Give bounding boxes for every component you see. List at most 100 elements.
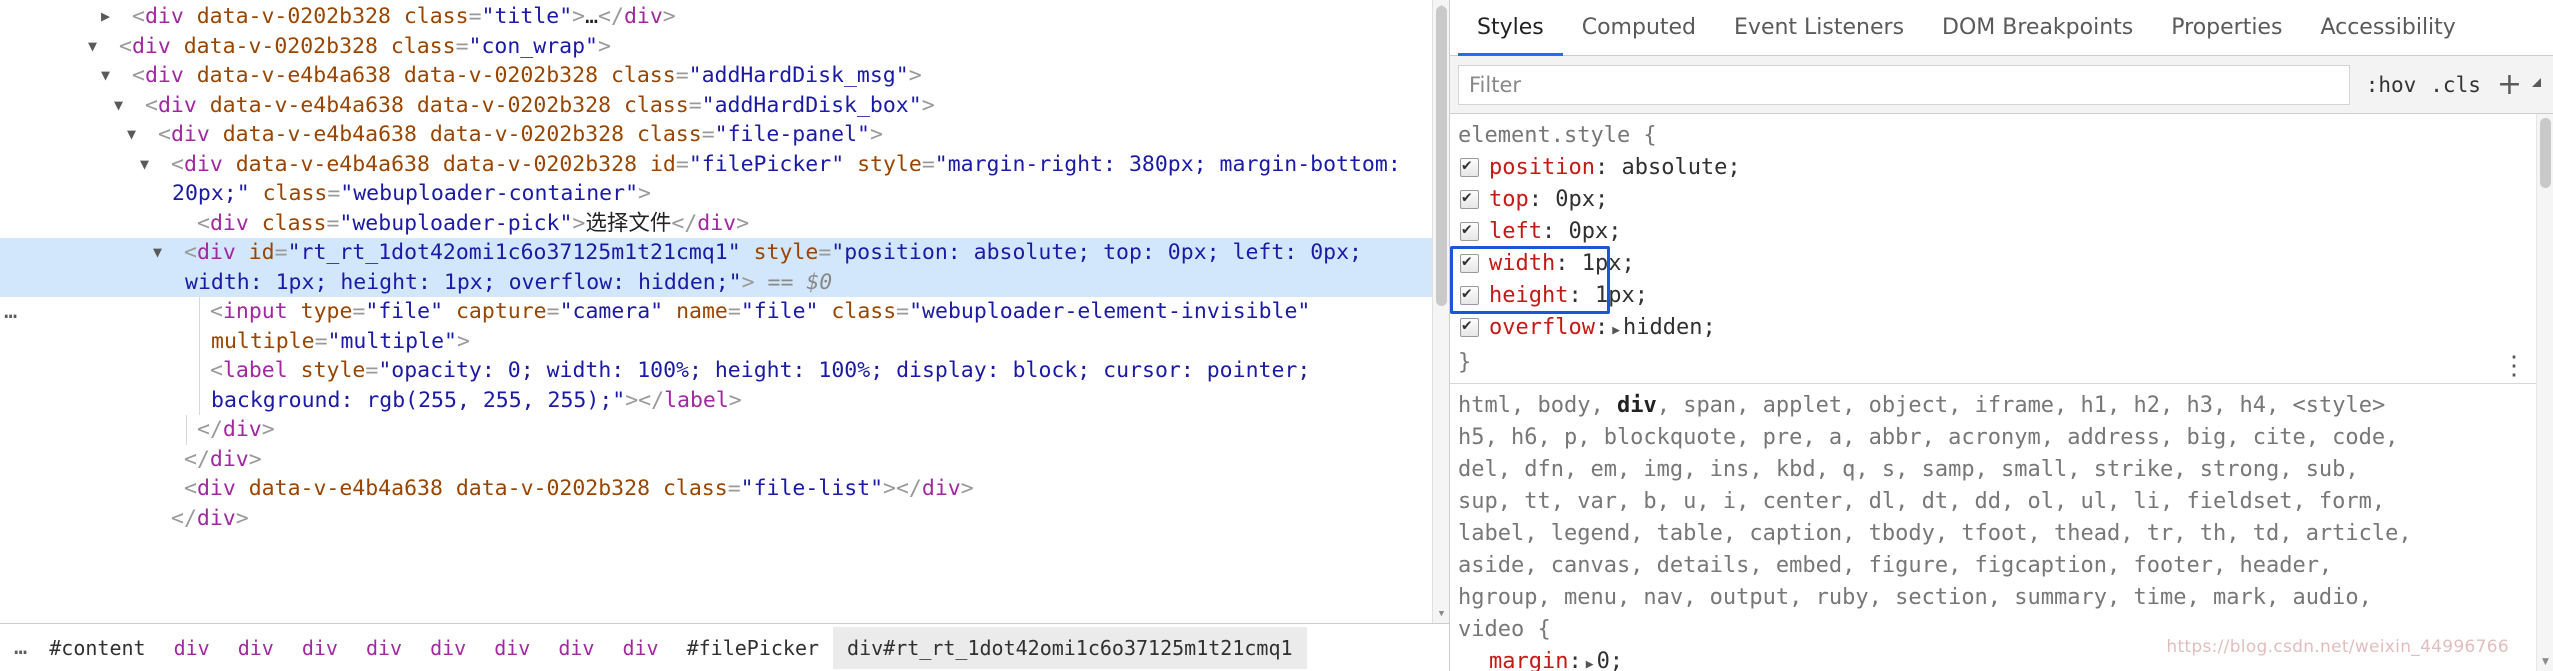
dom-scrollbar-thumb[interactable] xyxy=(1436,6,1447,306)
collapse-triangle-icon[interactable] xyxy=(156,150,170,180)
dom-token-punct: < xyxy=(145,92,158,118)
tab-dom-breakpoints[interactable]: DOM Breakpoints xyxy=(1923,0,2152,55)
dom-node[interactable]: <div data-v-e4b4a638 data-v-0202b328 id=… xyxy=(0,150,1449,209)
css-property-name[interactable]: left xyxy=(1489,219,1542,244)
ua-selector-line: del, dfn, em, img, ins, kbd, q, s, samp,… xyxy=(1458,457,2359,482)
decl-left[interactable]: left: 0px; xyxy=(1454,216,2553,248)
dom-node[interactable]: </div> xyxy=(0,445,1449,475)
breadcrumb-div-3[interactable]: div xyxy=(288,627,352,669)
css-property-value[interactable]: hidden; xyxy=(1623,315,1716,340)
css-property-name[interactable]: height xyxy=(1489,283,1568,308)
dom-vertical-scrollbar[interactable]: ▲ ▼ xyxy=(1432,0,1449,623)
declaration-text[interactable]: left: 0px; xyxy=(1489,216,1621,248)
dom-node[interactable]: </div> xyxy=(0,415,1449,445)
checkbox-height[interactable] xyxy=(1460,283,1479,305)
collapse-triangle-icon[interactable] xyxy=(104,32,118,62)
rule-more-options-icon[interactable]: ⋮ xyxy=(2501,353,2527,379)
breadcrumb-div-5[interactable]: div xyxy=(416,627,480,669)
styles-scroll-down-icon[interactable]: ▼ xyxy=(2537,654,2553,671)
css-property-name[interactable]: position xyxy=(1489,155,1595,180)
styles-filter-input[interactable]: Filter xyxy=(1458,64,2350,105)
collapse-triangle-icon[interactable] xyxy=(117,61,131,91)
expand-shorthand-icon[interactable]: ▶ xyxy=(1612,315,1620,347)
breadcrumb-selected-node[interactable]: div#rt_rt_1dot42omi1c6o37125m1t21cmq1 xyxy=(833,626,1307,669)
css-property-value[interactable]: 0; xyxy=(1597,649,1624,671)
breadcrumb-div-6[interactable]: div xyxy=(480,627,544,669)
dom-node[interactable]: <div data-v-0202b328 class="title">…</di… xyxy=(0,2,1449,32)
declaration-text[interactable]: position: absolute; xyxy=(1489,152,1741,184)
declaration-text[interactable]: top: 0px; xyxy=(1489,184,1608,216)
dom-node[interactable]: <div class="webuploader-pick">选择文件</div> xyxy=(0,209,1449,239)
css-property-value[interactable]: 1px; xyxy=(1582,283,1648,308)
sidebar-tabs[interactable]: Styles Computed Event Listeners DOM Breakpo… xyxy=(1450,0,2553,56)
checkbox-top[interactable] xyxy=(1460,187,1479,209)
resize-corner-icon[interactable] xyxy=(2532,77,2541,87)
breadcrumb-div-8[interactable]: div xyxy=(608,627,672,669)
expand-shorthand-icon[interactable]: ▶ xyxy=(1586,649,1594,671)
dom-node-selected[interactable]: <div id="rt_rt_1dot42omi1c6o37125m1t21cm… xyxy=(0,238,1449,324)
colon: : xyxy=(1555,251,1569,276)
breadcrumb-filepicker[interactable]: #filePicker xyxy=(673,627,833,669)
tab-computed[interactable]: Computed xyxy=(1563,0,1715,55)
declaration-text[interactable]: width: 1px; xyxy=(1489,248,1635,280)
declaration-text[interactable]: height: 1px; xyxy=(1489,280,1648,312)
expand-triangle-icon[interactable] xyxy=(117,2,131,32)
checkbox-left[interactable] xyxy=(1460,219,1479,241)
checkbox-width[interactable] xyxy=(1460,251,1479,273)
collapse-triangle-icon[interactable] xyxy=(169,238,183,268)
styles-rules-list[interactable]: element.style { position: absolute;top: … xyxy=(1450,114,2553,671)
tab-properties[interactable]: Properties xyxy=(2152,0,2301,55)
styles-scrollbar-thumb[interactable] xyxy=(2540,118,2551,188)
dom-node[interactable]: <div data-v-e4b4a638 data-v-0202b328 cla… xyxy=(0,61,1449,91)
tab-accessibility[interactable]: Accessibility xyxy=(2301,0,2474,55)
css-property-value[interactable]: 1px; xyxy=(1568,251,1635,276)
breadcrumb-div-4[interactable]: div xyxy=(352,627,416,669)
decl-width[interactable]: width: 1px; xyxy=(1454,248,2553,280)
dom-node[interactable]: <label style="opacity: 0; width: 100%; h… xyxy=(0,356,1449,415)
new-style-rule-button[interactable]: + xyxy=(2495,69,2524,99)
dom-token-punct: > xyxy=(960,476,974,501)
dom-node[interactable]: <div data-v-0202b328 class="con_wrap"> xyxy=(0,32,1449,62)
css-property-name[interactable]: overflow xyxy=(1489,315,1595,340)
breadcrumb-overflow[interactable]: … xyxy=(10,627,35,669)
collapse-triangle-icon[interactable] xyxy=(130,91,144,121)
dom-node[interactable]: <div data-v-e4b4a638 data-v-0202b328 cla… xyxy=(0,91,1449,121)
checkbox-position[interactable] xyxy=(1460,155,1479,177)
user-agent-style-rule[interactable]: html, body, div, span, applet, object, i… xyxy=(1450,384,2553,671)
dom-node[interactable]: <div data-v-e4b4a638 data-v-0202b328 cla… xyxy=(0,120,1449,150)
breadcrumb-div-1[interactable]: div xyxy=(160,627,224,669)
decl-position[interactable]: position: absolute; xyxy=(1454,152,2553,184)
dom-token-attrvalue: "multiple" xyxy=(327,328,457,354)
dom-node[interactable]: </div> xyxy=(0,504,1449,534)
dom-node[interactable]: <div data-v-e4b4a638 data-v-0202b328 cla… xyxy=(0,474,1449,504)
breadcrumb-div-2[interactable]: div xyxy=(224,627,288,669)
dom-tree[interactable]: <div data-v-0202b328 class="title">…</di… xyxy=(0,2,1449,533)
dom-tree-scroll-area[interactable]: <div data-v-0202b328 class="title">…</di… xyxy=(0,0,1449,623)
dom-node[interactable]: <input type="file" capture="camera" name… xyxy=(0,297,1449,356)
css-property-value[interactable]: 0px; xyxy=(1555,219,1621,244)
css-property-name[interactable]: width xyxy=(1489,251,1555,276)
collapse-triangle-icon[interactable] xyxy=(143,120,157,150)
breadcrumb-div-7[interactable]: div xyxy=(544,627,608,669)
css-property-value[interactable]: absolute; xyxy=(1608,155,1740,180)
checkbox-overflow[interactable] xyxy=(1460,315,1479,337)
css-property-name[interactable]: margin xyxy=(1489,649,1568,671)
styles-vertical-scrollbar[interactable]: ▼ xyxy=(2536,114,2553,671)
element-style-rule[interactable]: element.style { position: absolute;top: … xyxy=(1450,114,2553,384)
decl-height[interactable]: height: 1px; xyxy=(1454,280,2553,312)
hov-toggle-button[interactable]: :hov xyxy=(2366,73,2417,97)
css-property-value[interactable]: 0px; xyxy=(1542,187,1608,212)
scroll-down-arrow-icon[interactable]: ▼ xyxy=(1433,606,1449,623)
declaration-text[interactable]: overflow: ▶ hidden; xyxy=(1489,312,1716,347)
css-property-name[interactable]: top xyxy=(1489,187,1529,212)
stylesheet-origin-link[interactable]: <style> xyxy=(2279,393,2385,418)
declaration-text[interactable]: margin: ▶ 0; xyxy=(1489,646,1623,671)
element-style-declarations[interactable]: position: absolute;top: 0px;left: 0px;wi… xyxy=(1454,152,2553,347)
breadcrumb-content[interactable]: #content xyxy=(35,627,159,669)
breadcrumb[interactable]: … #content div div div div div div div div #filePi… xyxy=(0,623,1449,671)
decl-top[interactable]: top: 0px; xyxy=(1454,184,2553,216)
tab-event-listeners[interactable]: Event Listeners xyxy=(1715,0,1923,55)
decl-overflow[interactable]: overflow:▶hidden; xyxy=(1454,312,2553,347)
tab-styles[interactable]: Styles xyxy=(1458,0,1563,56)
cls-toggle-button[interactable]: .cls xyxy=(2430,73,2481,97)
